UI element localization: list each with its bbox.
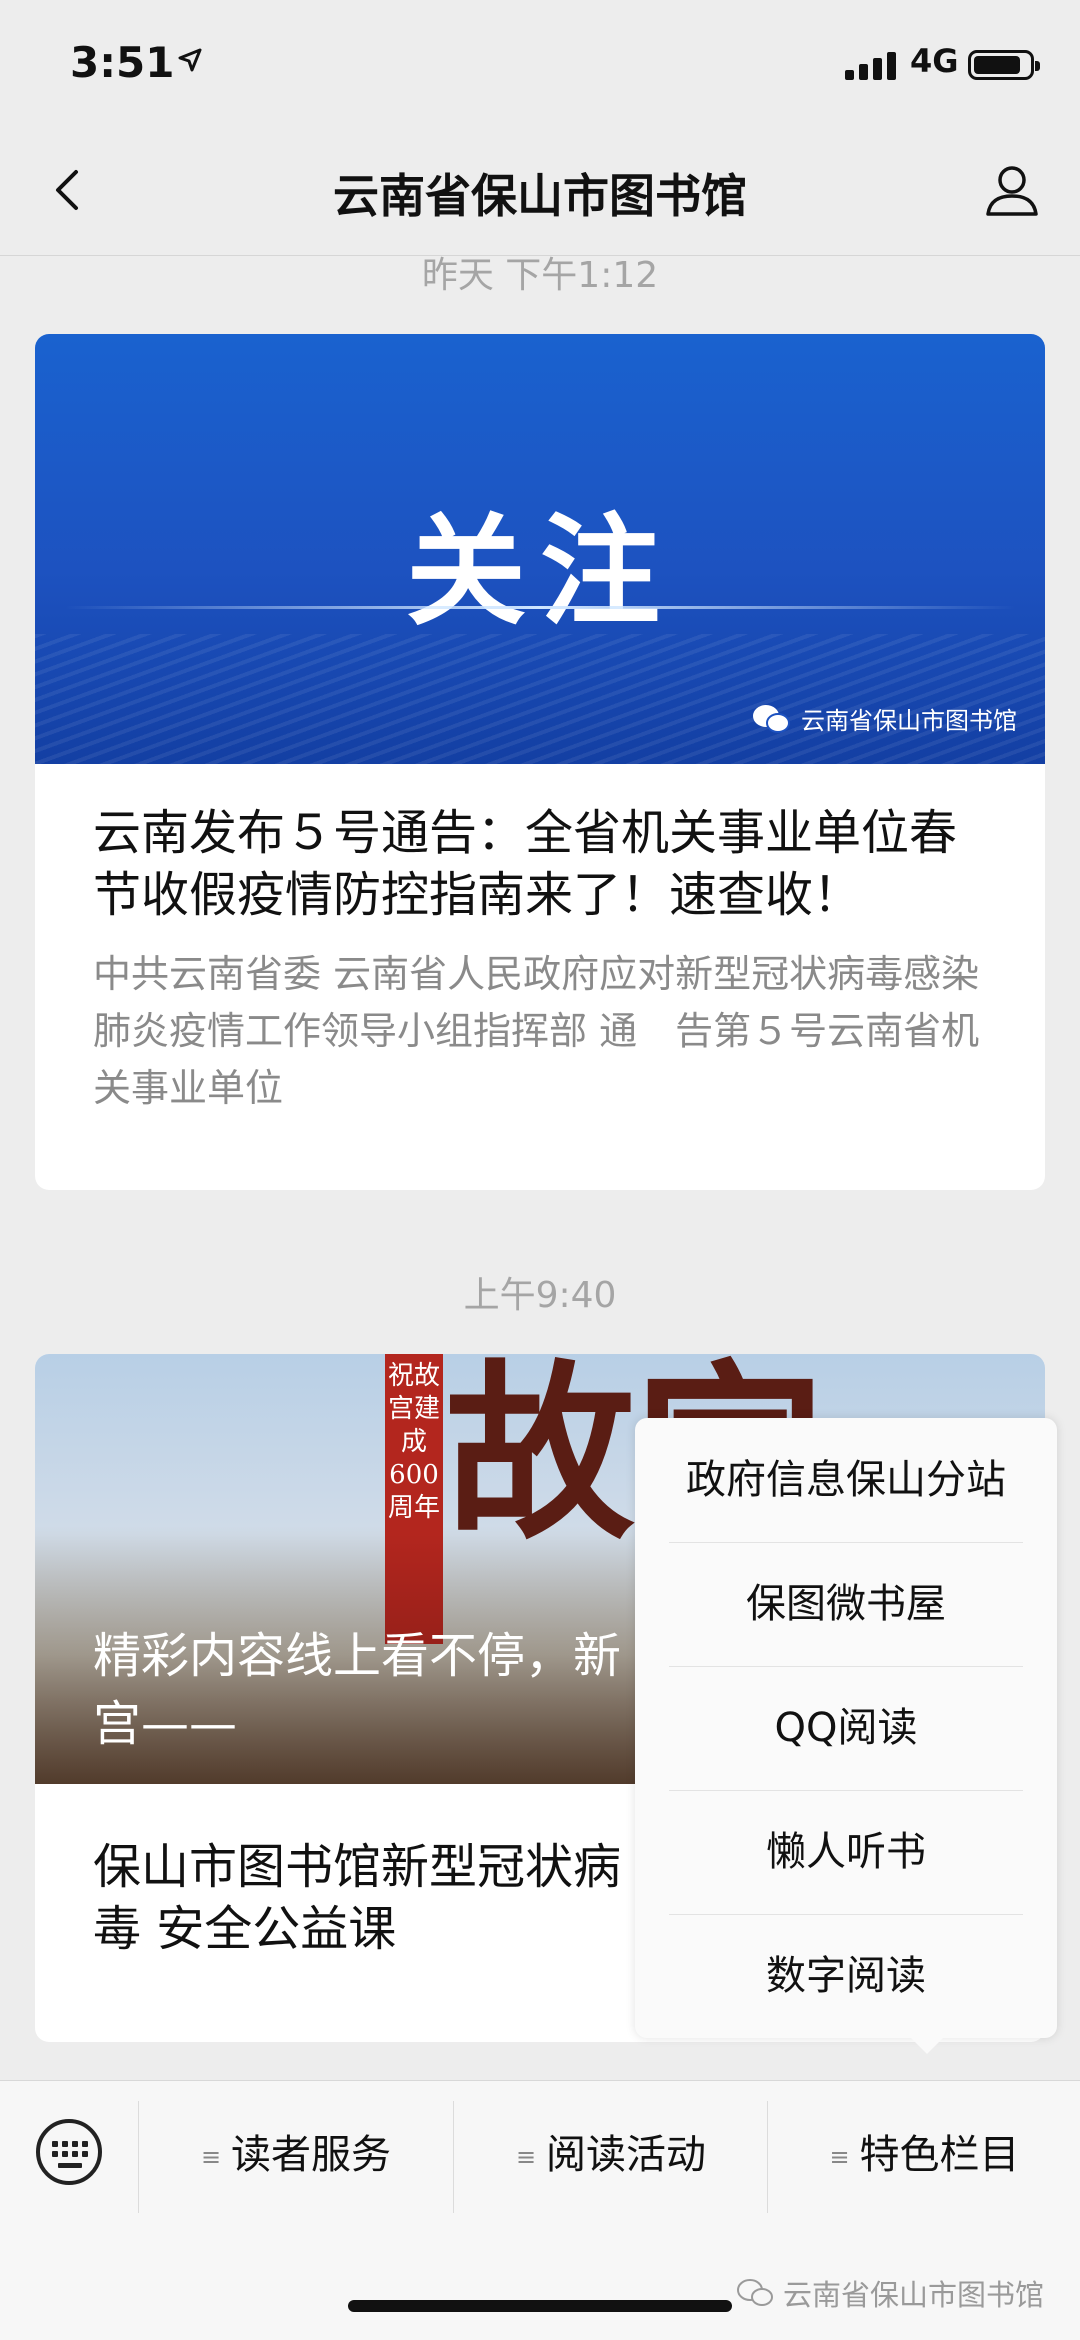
cellular-signal-icon bbox=[845, 52, 896, 80]
article-cover-image: 关注 云南省保山市图书馆 bbox=[35, 334, 1045, 764]
article-headline: 云南发布５号通告：全省机关事业单位春节收假疫情防控指南来了！速查收！ bbox=[93, 805, 958, 923]
menu-lines-icon: ≡ bbox=[829, 2143, 850, 2171]
wechat-icon bbox=[736, 2279, 773, 2306]
page-title: 云南省保山市图书馆 bbox=[333, 169, 747, 223]
battery-icon bbox=[968, 50, 1040, 80]
status-time: 3:51 bbox=[70, 38, 175, 87]
wechat-icon bbox=[753, 704, 790, 733]
profile-icon[interactable] bbox=[980, 158, 1044, 222]
status-bar: 3:51 4G bbox=[0, 0, 1080, 130]
network-type: 4G bbox=[910, 42, 959, 80]
tab-reader-services[interactable]: ≡ 读者服务 bbox=[140, 2115, 452, 2195]
banner-text: 关注 bbox=[406, 503, 674, 642]
article-digest: 中共云南省委 云南省人民政府应对新型冠状病毒感染肺炎疫情工作领导小组指挥部 通 … bbox=[93, 952, 980, 1110]
home-indicator[interactable] bbox=[348, 2300, 732, 2312]
message-timestamp: 昨天 下午1:12 bbox=[421, 255, 659, 296]
menu-item-gov-info[interactable]: 政府信息保山分站 bbox=[635, 1418, 1057, 1542]
banner-light-line bbox=[65, 606, 1015, 609]
menu-item-digital-reading[interactable]: 数字阅读 bbox=[635, 1914, 1057, 2038]
location-arrow-icon bbox=[178, 48, 202, 72]
custom-menu-popup: 政府信息保山分站 保图微书屋 QQ阅读 懒人听书 数字阅读 bbox=[635, 1418, 1057, 2054]
menu-pointer bbox=[911, 2038, 943, 2054]
tab-featured-columns[interactable]: ≡ 特色栏目 bbox=[769, 2115, 1080, 2195]
menu-lines-icon: ≡ bbox=[515, 2143, 537, 2171]
menu-lines-icon: ≡ bbox=[200, 2143, 222, 2171]
banner-wave-pattern bbox=[35, 634, 1045, 764]
keyboard-icon[interactable] bbox=[36, 2119, 102, 2185]
nav-bar: 云南省保山市图书馆 bbox=[0, 130, 1080, 256]
banner-watermark: 云南省保山市图书馆 bbox=[751, 701, 1017, 736]
menu-item-micro-bookhouse[interactable]: 保图微书屋 bbox=[635, 1542, 1057, 1666]
menu-item-qq-reading[interactable]: QQ阅读 bbox=[635, 1666, 1057, 1790]
tab-reading-activities[interactable]: ≡ 阅读活动 bbox=[455, 2115, 767, 2195]
source-watermark: 云南省保山市图书馆 bbox=[735, 2272, 1044, 2314]
article-headline: 保山市图书馆新型冠状病毒 安全公益课 bbox=[93, 1839, 622, 1957]
article-card[interactable]: 关注 云南省保山市图书馆 云南发布５号通告：全省机关事业单位春节收假疫情防控指南… bbox=[35, 334, 1045, 1190]
menu-item-lazy-audiobook[interactable]: 懒人听书 bbox=[635, 1790, 1057, 1914]
message-timestamp: 上午9:40 bbox=[463, 1275, 617, 1316]
